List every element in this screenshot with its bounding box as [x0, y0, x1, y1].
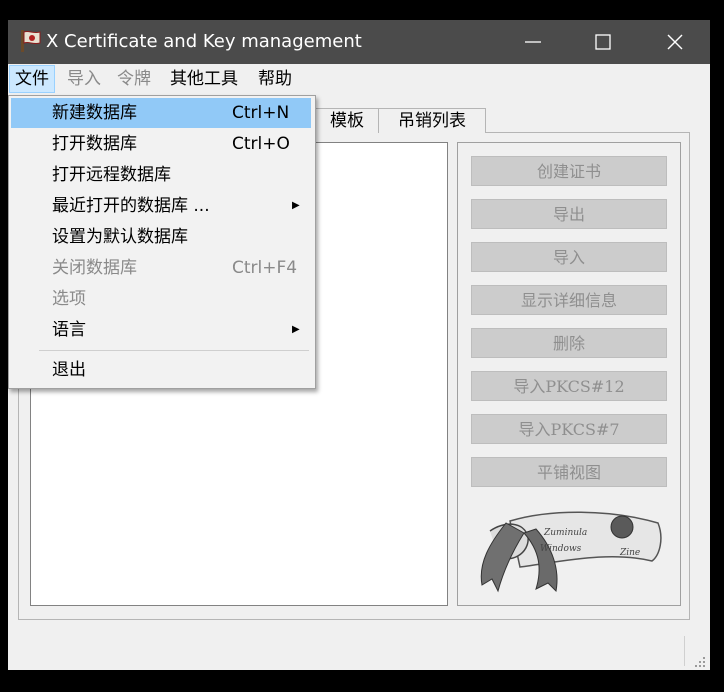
title-bar[interactable]: X Certificate and Key management — [8, 20, 710, 64]
banner-line-2: Windows — [540, 544, 582, 554]
import-button[interactable]: 导入 — [471, 242, 667, 272]
delete-button[interactable]: 删除 — [471, 328, 667, 358]
menu-file[interactable]: 文件 — [9, 65, 55, 93]
close-button[interactable] — [640, 20, 710, 64]
close-icon — [667, 34, 683, 50]
menu-item-open-remote-database[interactable]: 打开远程数据库 — [11, 160, 311, 190]
menu-item-shortcut: Ctrl+O — [232, 134, 290, 154]
menu-item-shortcut: Ctrl+N — [232, 103, 290, 123]
status-separator — [684, 636, 685, 666]
create-certificate-button[interactable]: 创建证书 — [471, 156, 667, 186]
menu-item-close-database[interactable]: 关闭数据库 Ctrl+F4 — [11, 253, 311, 283]
banner-line-1: Zuminula — [543, 528, 587, 538]
minimize-icon — [525, 41, 541, 43]
menu-item-language[interactable]: 语言 ▶ — [11, 315, 311, 345]
import-pkcs12-button[interactable]: 导入PKCS#12 — [471, 371, 667, 401]
menu-item-new-database[interactable]: 新建数据库 Ctrl+N — [11, 98, 311, 128]
menu-item-label: 关闭数据库 — [52, 258, 137, 278]
menu-item-label: 选项 — [52, 289, 86, 309]
export-button[interactable]: 导出 — [471, 199, 667, 229]
submenu-arrow-icon: ▶ — [292, 200, 300, 211]
menu-item-label: 退出 — [52, 360, 86, 380]
tab-revocation-lists[interactable]: 吊销列表 — [378, 108, 486, 133]
app-icon — [21, 30, 41, 52]
menu-item-set-default-database[interactable]: 设置为默认数据库 — [11, 222, 311, 252]
show-details-button[interactable]: 显示详细信息 — [471, 285, 667, 315]
window-title: X Certificate and Key management — [46, 31, 362, 52]
file-dropdown-menu: 新建数据库 Ctrl+N 打开数据库 Ctrl+O 打开远程数据库 最近打开的数… — [8, 95, 316, 389]
menu-bar: 文件 导入 令牌 其他工具 帮助 — [8, 64, 710, 94]
menu-separator — [39, 350, 309, 351]
menu-item-label: 新建数据库 — [52, 103, 137, 123]
import-pkcs7-button[interactable]: 导入PKCS#7 — [471, 414, 667, 444]
tab-templates[interactable]: 模板 — [314, 108, 380, 133]
menu-token[interactable]: 令牌 — [112, 66, 156, 92]
menu-item-label: 打开数据库 — [52, 134, 137, 154]
menu-item-label: 最近打开的数据库 ... — [52, 196, 210, 216]
maximize-icon — [595, 34, 611, 50]
menu-other-tools[interactable]: 其他工具 — [165, 66, 243, 92]
menu-item-label: 打开远程数据库 — [52, 165, 171, 185]
menu-item-recent-databases[interactable]: 最近打开的数据库 ... ▶ — [11, 191, 311, 221]
menu-item-options[interactable]: 选项 — [11, 284, 311, 314]
resize-grip-icon[interactable] — [694, 656, 706, 668]
menu-import[interactable]: 导入 — [62, 66, 106, 92]
menu-item-open-database[interactable]: 打开数据库 Ctrl+O — [11, 129, 311, 159]
menu-item-label: 语言 — [52, 320, 86, 340]
minimize-button[interactable] — [498, 20, 568, 64]
menu-help[interactable]: 帮助 — [253, 66, 297, 92]
banner-line-3: Zine — [619, 548, 640, 558]
menu-item-label: 设置为默认数据库 — [52, 227, 188, 247]
menu-item-exit[interactable]: 退出 — [11, 355, 311, 385]
submenu-arrow-icon: ▶ — [292, 324, 300, 335]
menu-item-shortcut: Ctrl+F4 — [232, 258, 298, 278]
plain-view-button[interactable]: 平铺视图 — [471, 457, 667, 487]
maximize-button[interactable] — [568, 20, 638, 64]
scroll-banner-image: Zuminula Windows Zine — [480, 511, 662, 593]
status-bar — [8, 632, 710, 670]
